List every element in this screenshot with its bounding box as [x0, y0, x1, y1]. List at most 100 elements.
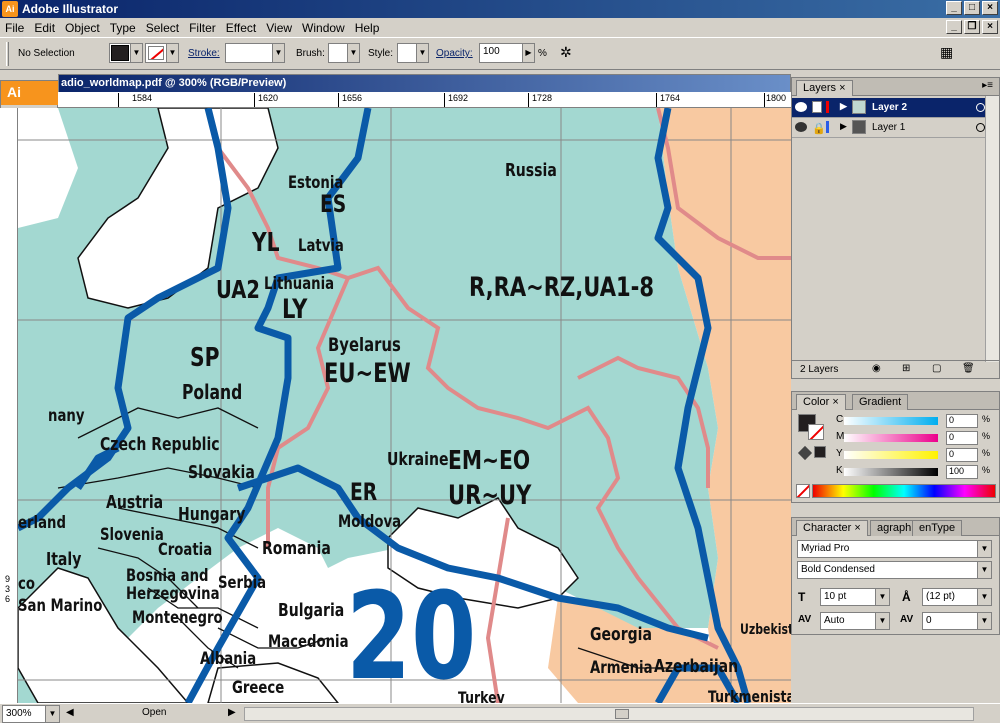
font-family-select[interactable]: Myriad Pro ▼: [797, 540, 992, 558]
map-label-hungary: Hungary: [178, 504, 246, 525]
close-icon[interactable]: ×: [839, 82, 845, 94]
horizontal-scrollbar[interactable]: [244, 707, 974, 721]
gamut-swatch[interactable]: [814, 446, 826, 458]
menu-edit[interactable]: Edit: [29, 21, 60, 35]
out-of-gamut-icon[interactable]: [797, 445, 813, 461]
doc-close-button[interactable]: ×: [982, 20, 998, 34]
tab-opentype[interactable]: enType: [912, 520, 963, 536]
opacity-label[interactable]: Opacity:: [436, 48, 473, 59]
magenta-slider[interactable]: M 0 %: [836, 431, 994, 445]
target-circle-icon[interactable]: [976, 123, 985, 132]
control-bar: No Selection ▼ ▼ Stroke: ▼ Brush: ▼ Styl…: [0, 37, 1000, 70]
map-label-germany: nany: [48, 406, 85, 426]
channel-value[interactable]: 100: [946, 465, 978, 479]
font-style-select[interactable]: Bold Condensed ▼: [797, 561, 992, 579]
menu-window[interactable]: Window: [297, 21, 350, 35]
zoom-select[interactable]: 300% ▼: [2, 705, 60, 723]
tab-layers[interactable]: Layers ×: [796, 80, 853, 96]
leading-input[interactable]: (12 pt) ▼: [922, 588, 992, 606]
expand-triangle-icon[interactable]: ▶: [840, 101, 847, 112]
maximize-button[interactable]: □: [964, 1, 980, 15]
stroke-weight-input[interactable]: ▼: [225, 43, 285, 63]
chevron-down-icon: ▼: [977, 613, 991, 629]
doc-minimize-button[interactable]: _: [946, 20, 962, 34]
tab-gradient[interactable]: Gradient: [852, 394, 909, 410]
new-sublayer-icon[interactable]: ⊞: [902, 363, 910, 374]
menu-object[interactable]: Object: [60, 21, 105, 35]
layer-thumbnail: [852, 100, 866, 114]
color-spectrum-bar[interactable]: [812, 484, 996, 498]
map-label-ua2: UA2: [216, 275, 260, 304]
map-label-eu-ew: EU~EW: [324, 358, 411, 389]
color-stroke-swatch[interactable]: [808, 424, 824, 440]
slider-track[interactable]: [844, 451, 938, 459]
cyan-slider[interactable]: C 0 %: [836, 414, 994, 428]
menu-view[interactable]: View: [261, 21, 297, 35]
close-button[interactable]: ×: [982, 1, 998, 15]
channel-value[interactable]: 0: [946, 431, 978, 445]
expand-triangle-icon[interactable]: ▶: [840, 121, 847, 132]
black-slider[interactable]: K 100 %: [836, 465, 994, 479]
lock-toggle[interactable]: [812, 101, 822, 113]
menu-help[interactable]: Help: [350, 21, 385, 35]
lock-icon[interactable]: 🔒: [812, 122, 826, 135]
artboard-canvas[interactable]: Russia Estonia ES YL Latvia Lithuania UA…: [18, 108, 791, 703]
font-size-input[interactable]: 10 pt ▼: [820, 588, 890, 606]
document-tab[interactable]: adio_worldmap.pdf @ 300% (RGB/Preview): [59, 75, 790, 93]
new-layer-icon[interactable]: ▢: [932, 363, 941, 374]
stroke-label[interactable]: Stroke:: [188, 48, 220, 59]
layers-footer: 2 Layers ◉ ⊞ ▢ 🗑: [792, 360, 999, 378]
map-label-lithuania: Lithuania: [264, 274, 335, 294]
slider-track[interactable]: [844, 434, 938, 442]
minimize-button[interactable]: _: [946, 1, 962, 15]
layer-name[interactable]: Layer 2: [872, 102, 907, 113]
style-dropdown[interactable]: ▼: [397, 43, 429, 63]
delete-layer-icon[interactable]: 🗑: [962, 363, 975, 374]
close-icon[interactable]: ×: [832, 396, 838, 408]
channel-value[interactable]: 0: [946, 448, 978, 462]
font-size-value: 10 pt: [824, 591, 847, 602]
previous-artboard-icon[interactable]: ◀: [66, 707, 74, 718]
target-circle-icon[interactable]: [976, 103, 985, 112]
menu-filter[interactable]: Filter: [184, 21, 221, 35]
menu-select[interactable]: Select: [141, 21, 184, 35]
fill-color-dropdown[interactable]: ▼: [109, 43, 143, 63]
recolor-artwork-icon[interactable]: ✲: [560, 44, 572, 61]
slider-track[interactable]: [844, 468, 938, 476]
yellow-slider[interactable]: Y 0 %: [836, 448, 994, 462]
workspace-switcher-icon[interactable]: ▦: [940, 44, 953, 61]
none-color-button[interactable]: [796, 484, 810, 498]
menu-type[interactable]: Type: [105, 21, 141, 35]
map-label-italy: Italy: [46, 549, 82, 570]
scroll-thumb[interactable]: [615, 709, 629, 719]
eye-icon[interactable]: [795, 122, 807, 132]
opacity-input[interactable]: 100 ▶: [479, 43, 535, 63]
kerning-input[interactable]: Auto ▼: [820, 612, 890, 630]
layer-row-layer-2[interactable]: ▶ Layer 2: [792, 98, 999, 118]
layers-scrollbar[interactable]: [985, 96, 999, 362]
layer-row-layer-1[interactable]: 🔒 ▶ Layer 1: [792, 118, 999, 138]
map-label-ukraine: Ukraine: [387, 449, 449, 470]
make-clipping-mask-icon[interactable]: ◉: [872, 363, 881, 374]
character-panel-tabs: Character × agraph enType: [792, 518, 999, 536]
channel-value[interactable]: 0: [946, 414, 978, 428]
doc-restore-button[interactable]: ❐: [964, 20, 980, 34]
menu-file[interactable]: File: [0, 21, 29, 35]
tab-layers-label: Layers: [803, 82, 837, 94]
slider-track[interactable]: [844, 417, 938, 425]
eye-icon[interactable]: [795, 102, 807, 112]
grip-handle[interactable]: [6, 42, 9, 66]
tab-color[interactable]: Color ×: [796, 394, 846, 410]
map-label-co: co: [18, 574, 35, 594]
layer-name[interactable]: Layer 1: [872, 122, 905, 133]
kerning-icon: AV: [798, 614, 812, 625]
next-artboard-icon[interactable]: ▶: [228, 707, 236, 718]
menu-effect[interactable]: Effect: [221, 21, 261, 35]
tab-character[interactable]: Character ×: [796, 520, 868, 536]
zone-number-label: 20: [346, 568, 477, 703]
close-icon[interactable]: ×: [854, 522, 860, 534]
brush-dropdown[interactable]: ▼: [328, 43, 360, 63]
stroke-color-dropdown[interactable]: ▼: [145, 43, 179, 63]
tracking-input[interactable]: 0 ▼: [922, 612, 992, 630]
panel-menu-icon[interactable]: ▸≡: [982, 80, 993, 91]
